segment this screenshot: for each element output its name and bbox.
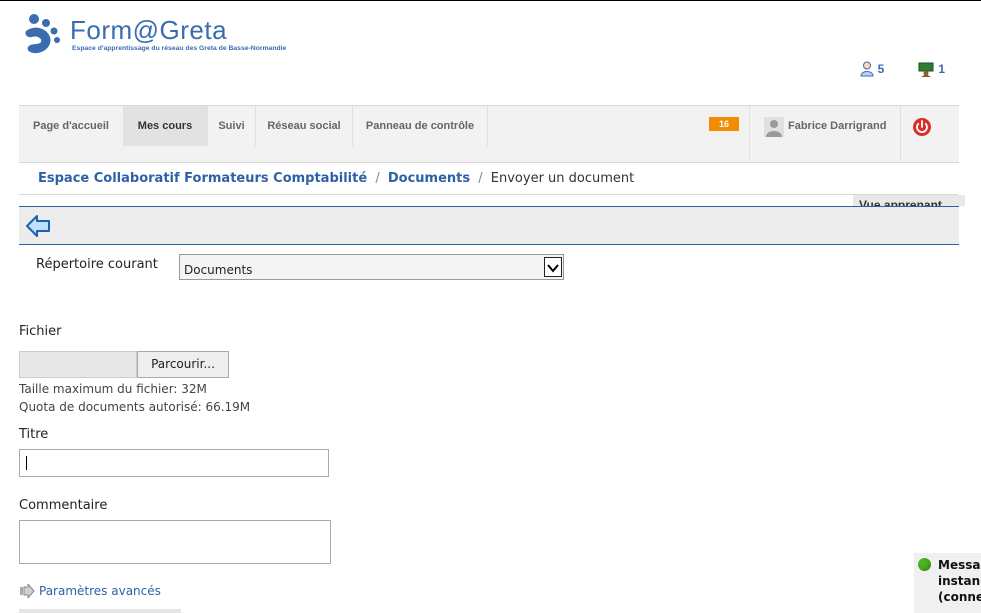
course-icon	[918, 62, 934, 77]
file-label: Fichier	[19, 324, 62, 339]
breadcrumb-current: Envoyer un document	[490, 171, 635, 186]
breadcrumb-separator: /	[375, 171, 380, 186]
select-dropdown-button[interactable]	[544, 257, 562, 277]
brand-logo-icon	[25, 14, 60, 54]
breadcrumb-separator: /	[478, 171, 483, 186]
breadcrumb-documents-link[interactable]: Documents	[388, 171, 470, 186]
instant-messaging-widget[interactable]: Messa instan (conne	[914, 553, 981, 613]
arrow-right-icon	[20, 584, 35, 598]
nav-separator	[487, 106, 488, 146]
brand-logo[interactable]: Form@Greta Espace d'apprentissage du rés…	[22, 13, 342, 63]
file-path-field[interactable]	[19, 351, 137, 378]
brand-subtitle: Espace d'apprentissage du réseau des Gre…	[72, 45, 287, 52]
user-menu[interactable]: Fabrice Darrigrand	[749, 106, 901, 160]
actions-toolbar	[19, 206, 959, 245]
courses-counter[interactable]: 1	[918, 61, 945, 77]
nav-my-courses[interactable]: Mes cours	[123, 106, 207, 146]
advanced-settings-label: Paramètres avancés	[39, 584, 161, 598]
breadcrumb-course-link[interactable]: Espace Collaboratif Formateurs Comptabil…	[38, 171, 367, 186]
text-caret	[26, 456, 27, 470]
users-online-counter[interactable]: 5	[860, 61, 885, 77]
users-online-count: 5	[877, 62, 885, 76]
chevron-down-icon	[547, 264, 559, 273]
advanced-settings-toggle[interactable]: Paramètres avancés	[19, 584, 161, 598]
breadcrumb: Espace Collaboratif Formateurs Comptabil…	[19, 162, 958, 195]
title-input[interactable]	[19, 449, 329, 477]
submit-button-edge[interactable]	[19, 609, 181, 613]
chat-text: Messa instan (conne	[938, 557, 981, 605]
chat-line: Messa	[938, 558, 981, 572]
directory-select[interactable]: Documents	[179, 254, 564, 280]
main-navbar: Page d'accueil Mes cours Suivi Réseau so…	[19, 105, 959, 163]
learner-view-tab[interactable]: Vue apprenant	[853, 195, 965, 206]
chat-line: instan	[938, 574, 981, 588]
nav-tracking[interactable]: Suivi	[208, 106, 255, 146]
back-arrow-icon[interactable]	[25, 214, 51, 238]
notifications-badge[interactable]: 16	[709, 117, 739, 131]
browse-button[interactable]: Parcourir...	[137, 351, 229, 378]
directory-select-value: Documents	[184, 263, 253, 277]
directory-label: Répertoire courant	[36, 257, 158, 272]
user-online-icon	[860, 61, 874, 77]
user-name: Fabrice Darrigrand	[788, 120, 887, 132]
online-status-icon	[918, 558, 931, 571]
comment-label: Commentaire	[19, 498, 108, 513]
nav-control-panel[interactable]: Panneau de contrôle	[353, 106, 487, 146]
courses-count: 1	[938, 62, 945, 76]
nav-home[interactable]: Page d'accueil	[19, 106, 123, 146]
brand-title: Form@Greta	[70, 15, 228, 45]
chat-line: (conne	[938, 590, 981, 604]
user-avatar-icon	[764, 117, 784, 137]
title-label: Titre	[19, 427, 49, 442]
comment-textarea[interactable]	[19, 520, 331, 564]
nav-social-network[interactable]: Réseau social	[256, 106, 352, 146]
header-counters: 5 1	[860, 61, 945, 77]
document-quota: Quota de documents autorisé: 66.19M	[19, 400, 251, 414]
power-icon[interactable]	[912, 117, 932, 137]
max-file-size: Taille maximum du fichier: 32M	[19, 382, 207, 396]
